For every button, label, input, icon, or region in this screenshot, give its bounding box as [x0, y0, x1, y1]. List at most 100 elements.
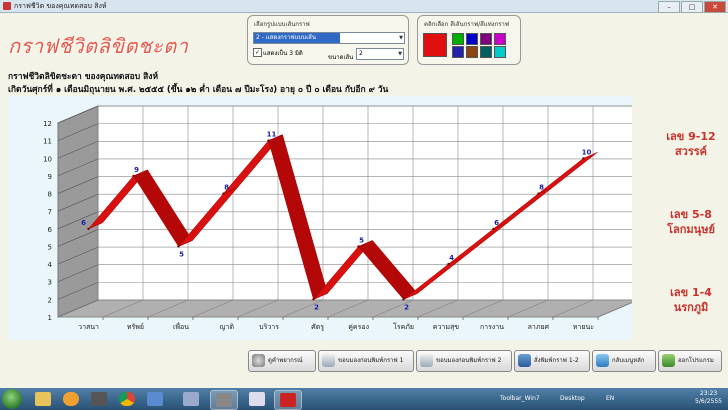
color-group: คลิกเลือก สีเส้นกราฟ/สีแท่งกราฟ — [417, 15, 521, 65]
y-tick-label: 6 — [48, 226, 53, 234]
y-tick-label: 4 — [48, 261, 53, 269]
preview-graph1-label: ขอบมองก่อนพิมพ์กราฟ 1 — [338, 357, 404, 364]
y-tick-label: 10 — [43, 155, 52, 163]
desktop-label[interactable]: Desktop — [560, 388, 585, 410]
maximize-button[interactable]: □ — [681, 1, 703, 13]
chevron-down-icon: ▼ — [398, 51, 402, 57]
series-point — [312, 298, 315, 301]
app-icon — [183, 392, 199, 406]
taskbar-mediaplayer[interactable] — [58, 390, 84, 408]
color-swatch[interactable] — [494, 46, 506, 58]
x-tick-label: คู่ครอง — [348, 323, 369, 331]
data-label: 5 — [359, 236, 364, 244]
media-icon — [63, 392, 79, 406]
main-menu-label: กลับเมนูหลัก — [612, 357, 645, 364]
x-tick-label: ญาติ — [220, 323, 235, 331]
taskbar-app2[interactable] — [178, 390, 204, 408]
side-label-heaven-range: เลข 9-12 — [666, 130, 716, 143]
app-icon — [216, 393, 232, 407]
taskbar-app3[interactable] — [210, 390, 238, 410]
taskbar-lifegraph[interactable] — [274, 390, 302, 410]
data-label: 10 — [582, 148, 592, 156]
series-point — [402, 298, 405, 301]
y-tick-label: 8 — [48, 191, 52, 199]
y-tick-label: 2 — [48, 296, 52, 304]
y-tick-label: 12 — [43, 120, 52, 128]
series-point — [357, 245, 360, 248]
y-tick-label: 1 — [48, 314, 52, 322]
taskbar-explorer[interactable] — [30, 390, 56, 408]
language-indicator[interactable]: EN — [606, 388, 614, 410]
exit-button[interactable]: ออกโปรแกรม — [658, 350, 722, 372]
line-size-select[interactable]: 2 ▼ — [356, 48, 404, 60]
birth-info-line: เกิดวันศุกร์ที่ ๑ เดือนมิถุนายน พ.ศ. ๒๕๕… — [8, 85, 389, 95]
x-tick-label: วาสนา — [78, 323, 99, 331]
color-swatch[interactable] — [480, 33, 492, 45]
x-tick-label: ความสุข — [433, 323, 459, 331]
main-menu-button[interactable]: กลับเมนูหลัก — [592, 350, 656, 372]
data-label: 11 — [267, 131, 277, 139]
color-swatch[interactable] — [452, 33, 464, 45]
y-tick-label: 5 — [48, 243, 52, 251]
lifegraph-icon — [280, 393, 296, 407]
print-icon — [518, 354, 531, 367]
x-tick-label: ลาภยศ — [528, 323, 550, 331]
taskbar-app1[interactable] — [142, 390, 168, 408]
window-titlebar: กราฟชีวิต ของคุณทดสอบ สิงห์ – □ ✕ — [0, 0, 728, 13]
side-label-hell-name: นรกภูมิ — [673, 301, 709, 314]
color-swatch[interactable] — [466, 46, 478, 58]
taskbar-notepad[interactable] — [244, 390, 270, 408]
data-label: 8 — [224, 184, 229, 192]
window-controls: – □ ✕ — [658, 1, 726, 13]
minimize-button[interactable]: – — [658, 1, 680, 13]
3d-checkbox[interactable]: ✓ — [253, 48, 262, 57]
forecast-button[interactable]: ดูคำพยากรณ์ — [248, 350, 316, 372]
series-point — [537, 192, 540, 195]
graph-type-group: เลือกรูปแบบเส้นกราฟ 2 - แสดงกราฟแบบเส้น … — [247, 15, 409, 65]
x-tick-label: เพื่อน — [173, 322, 189, 331]
data-label: 2 — [314, 303, 319, 311]
start-button[interactable] — [2, 389, 22, 409]
graph-type-value: 2 - แสดงกราฟแบบเส้น — [254, 33, 340, 43]
window-title: กราฟชีวิต ของคุณทดสอบ สิงห์ — [14, 2, 107, 10]
x-tick-label: ศัตรู — [311, 323, 324, 331]
selected-color-swatch[interactable] — [423, 33, 447, 57]
color-swatch[interactable] — [452, 46, 464, 58]
app-title: กราฟชีวิตลิขิตชะตา — [8, 34, 189, 58]
clock-date: 5/6/2555 — [695, 398, 722, 405]
chart-owner-line: กราฟชีวิตลิขิตชะตา ของคุณทดสอบ สิงห์ — [8, 72, 159, 82]
color-swatch[interactable] — [480, 46, 492, 58]
preview-graph2-button[interactable]: ขอบมองก่อนพิมพ์กราฟ 2 — [416, 350, 512, 372]
preview-graph2-label: ขอบมองก่อนพิมพ์กราฟ 2 — [436, 357, 502, 364]
close-button[interactable]: ✕ — [704, 1, 726, 13]
y-tick-label: 11 — [43, 138, 52, 146]
chart-back-wall — [97, 105, 639, 301]
preview-icon — [420, 354, 433, 367]
series-point — [222, 192, 225, 195]
side-label-hell: เลข 1-4 นรกภูมิ — [658, 285, 724, 315]
forecast-icon — [252, 354, 265, 367]
x-tick-label: โรคภัย — [393, 322, 414, 331]
folder-icon — [35, 392, 51, 406]
taskbar-chrome[interactable] — [114, 390, 140, 408]
data-label: 8 — [539, 184, 544, 192]
data-label: 5 — [179, 250, 184, 258]
print-graph-button[interactable]: สั่งพิมพ์กราฟ 1-2 — [514, 350, 590, 372]
color-swatch[interactable] — [494, 33, 506, 45]
series-point — [132, 174, 135, 178]
toolbar-label[interactable]: Toolbar_Win7 — [500, 388, 540, 410]
app-icon — [147, 392, 163, 406]
chart-area: 1 2 3 4 5 6 7 8 9 10 11 12 วาสนา ทรัพย์ เพื่อน ญาติ บริว… — [8, 96, 639, 340]
x-tick-label: ทรัพย์ — [127, 323, 144, 331]
preview-graph1-button[interactable]: ขอบมองก่อนพิมพ์กราฟ 1 — [318, 350, 414, 372]
clock[interactable]: 23:23 5/6/2555 — [695, 390, 722, 406]
color-group-label: คลิกเลือก สีเส้นกราฟ/สีแท่งกราฟ — [424, 21, 510, 28]
series-point — [177, 245, 180, 248]
color-swatch[interactable] — [466, 33, 478, 45]
taskbar-player[interactable] — [86, 390, 112, 408]
clock-time: 23:23 — [699, 390, 718, 397]
notepad-icon — [249, 392, 265, 406]
y-tick-label: 9 — [48, 173, 52, 181]
graph-type-select[interactable]: 2 - แสดงกราฟแบบเส้น ▼ — [253, 32, 405, 44]
data-label: 2 — [404, 303, 409, 311]
